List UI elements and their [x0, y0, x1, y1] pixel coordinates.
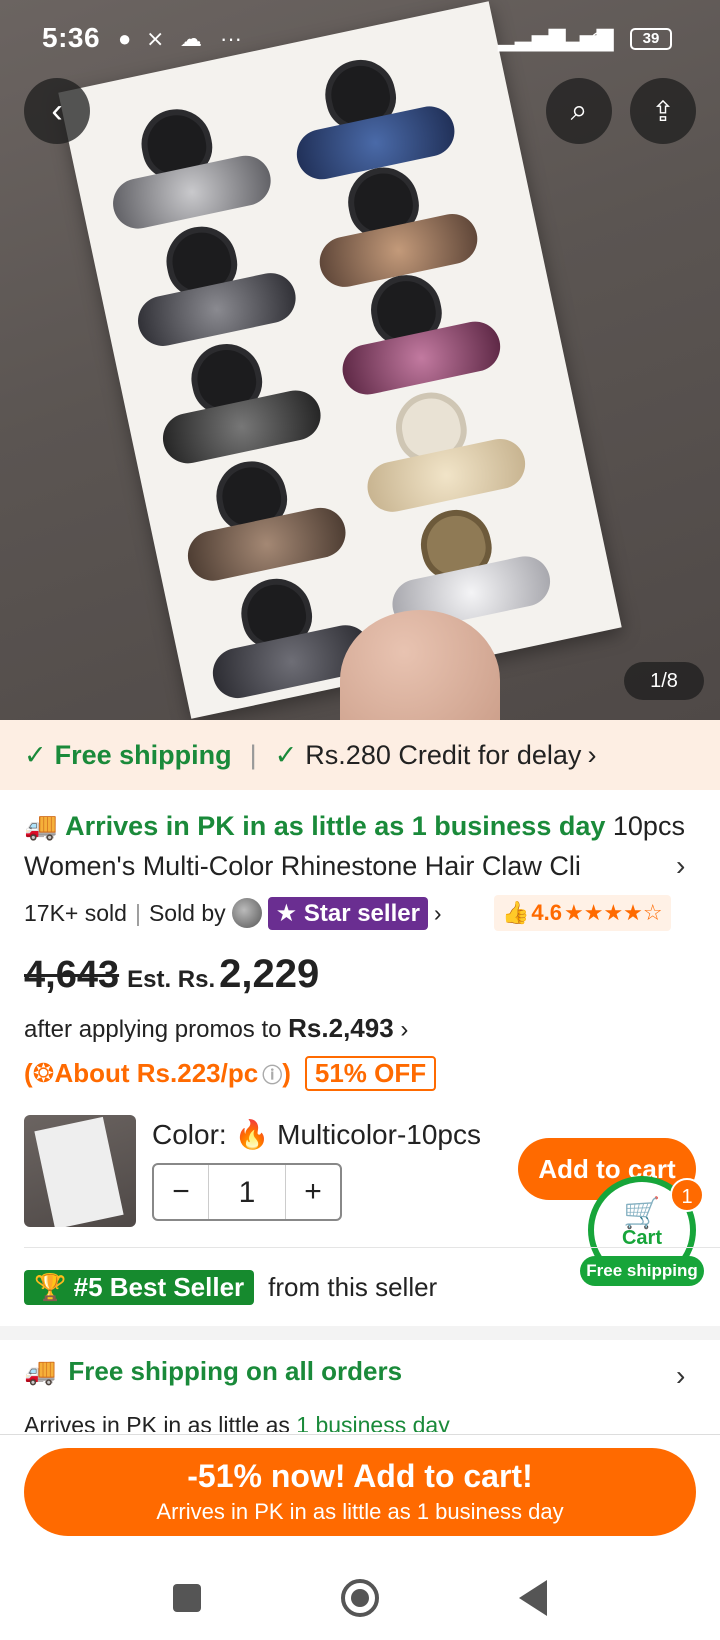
rating-badge[interactable]: 👍 4.6 ★★★★☆	[494, 895, 671, 931]
sale-price: 2,229	[219, 952, 320, 996]
paren-open: (	[24, 1057, 33, 1088]
best-seller-row[interactable]: 🏆 #5 Best Seller from this seller	[24, 1268, 437, 1306]
arrival-prefix: Arrives in PK in as little as	[24, 1412, 290, 1432]
share-button[interactable]: ⇪	[630, 78, 696, 144]
original-price: 4,643	[24, 954, 120, 996]
paren-close: )	[282, 1057, 291, 1088]
help-icon[interactable]: ⓘ	[262, 1059, 282, 1088]
check-icon: ✓	[274, 739, 298, 770]
image-pager: 1/8	[624, 662, 704, 700]
product-title[interactable]: Women's Multi-Color Rhinestone Hair Claw…	[24, 848, 624, 884]
free-shipping-title: Free shipping on all orders	[68, 1356, 403, 1386]
product-image-carousel[interactable]	[0, 0, 720, 720]
per-piece-price: About Rs.223/pc	[54, 1057, 259, 1088]
best-seller-text: from this seller	[268, 1271, 438, 1302]
recents-button[interactable]	[173, 1584, 201, 1612]
price-row: 4,643 Est. Rs. 2,229	[24, 952, 696, 1002]
shipping-strip[interactable]: ✓ Free shipping | ✓ Rs.280 Credit for de…	[0, 720, 720, 790]
cta-line2: Arrives in PK in as little as 1 business…	[156, 1499, 564, 1524]
variant-thumbnail[interactable]	[24, 1115, 136, 1227]
free-shipping-section[interactable]: 🚚 Free shipping on all orders	[24, 1356, 402, 1387]
chevron-left-icon: ‹	[51, 91, 63, 130]
rating-stars: ★★★★☆	[564, 900, 663, 925]
thumbs-up-icon: 👍	[502, 900, 530, 925]
sold-by-label: Sold by	[148, 899, 226, 926]
increment-button[interactable]: +	[286, 1175, 340, 1209]
more-icon: ···	[220, 26, 242, 51]
cart-count-badge: 1	[670, 1178, 704, 1212]
status-bar: 5:36 ● ⨯ ☁ ··· ▂▃▅▇ ▂▃▅▇ ◠ 39	[0, 0, 720, 76]
quantity-value[interactable]: 1	[208, 1165, 286, 1219]
trophy-icon: 🏆	[34, 1271, 67, 1302]
star-seller-label: Star seller	[303, 899, 420, 927]
coupon-icon: ❂	[32, 1057, 55, 1088]
promo-text: after applying promos to	[24, 1016, 282, 1043]
arrival-subtext: Arrives in PK in as little as 1 business…	[24, 1412, 450, 1432]
chevron-right-icon[interactable]: ›	[434, 900, 442, 927]
est-label: Est. Rs.	[127, 966, 216, 993]
bottom-add-to-cart-button[interactable]: -51% now! Add to cart! Arrives in PK in …	[24, 1448, 696, 1536]
color-row: Color: 🔥 Multicolor-10pcs	[152, 1118, 481, 1151]
title-start: 10pcs	[612, 811, 685, 841]
color-label: Color:	[152, 1119, 227, 1150]
divider	[0, 1434, 720, 1435]
arrival-text: Arrives in PK in as little as 1 business…	[65, 811, 606, 841]
promo-line[interactable]: after applying promos to Rs.2,493 ›	[24, 1010, 696, 1048]
divider: |	[249, 739, 257, 770]
per-piece-row: ( ❂ About Rs.223/pc ⓘ ) 51% OFF	[24, 1054, 696, 1092]
battery-icon: 39	[630, 28, 672, 50]
wifi-icon: ◠	[590, 26, 610, 51]
decrement-button[interactable]: −	[154, 1175, 208, 1209]
app-icon: ⨯	[146, 26, 165, 51]
status-time: 5:36	[42, 22, 101, 53]
section-gap	[0, 1326, 720, 1340]
chevron-right-icon: ›	[587, 739, 597, 770]
product-card-image	[58, 1, 622, 719]
arrival-days: 1 business day	[296, 1412, 450, 1432]
seller-avatar[interactable]	[231, 898, 262, 928]
divider	[24, 1247, 720, 1248]
discount-badge: 51% OFF	[304, 1055, 437, 1091]
system-nav-bar	[0, 1556, 720, 1640]
flame-icon: 🔥	[234, 1119, 270, 1150]
free-shipping-badge: Free shipping	[580, 1256, 704, 1286]
best-seller-label: #5 Best Seller	[73, 1271, 245, 1302]
color-value: Multicolor-10pcs	[277, 1119, 481, 1150]
rating-value: 4.6	[531, 900, 562, 925]
search-button[interactable]: ⌕	[546, 78, 612, 144]
divider: |	[134, 899, 141, 926]
quantity-stepper[interactable]: − 1 +	[152, 1163, 342, 1221]
star-icon: ★	[275, 899, 298, 927]
message-icon: ●	[118, 26, 132, 51]
chevron-right-icon[interactable]: ›	[676, 850, 685, 882]
chevron-right-icon: ›	[400, 1016, 409, 1043]
star-seller-badge[interactable]: ★ Star seller	[267, 896, 428, 930]
back-button[interactable]: ‹	[24, 78, 90, 144]
search-icon: ⌕	[570, 94, 588, 127]
share-icon: ⇪	[651, 95, 675, 127]
cloud-icon: ☁	[180, 26, 202, 51]
arrival-line: 🚚 Arrives in PK in as little as 1 busine…	[24, 806, 696, 846]
cta-line1: -51% now! Add to cart!	[187, 1458, 533, 1494]
credit-label: Rs.280 Credit for delay	[305, 739, 582, 770]
sold-count: 17K+ sold	[24, 899, 127, 926]
check-icon: ✓	[24, 739, 47, 770]
chevron-right-icon[interactable]: ›	[676, 1360, 685, 1392]
back-nav-button[interactable]	[519, 1580, 547, 1616]
best-seller-tag: 🏆 #5 Best Seller	[24, 1269, 255, 1305]
promo-price: Rs.2,493	[288, 1013, 394, 1043]
truck-icon: 🚚	[24, 1356, 57, 1386]
home-button[interactable]	[341, 1579, 379, 1617]
truck-icon: 🚚	[24, 811, 58, 841]
free-shipping-label: Free shipping	[54, 739, 232, 770]
